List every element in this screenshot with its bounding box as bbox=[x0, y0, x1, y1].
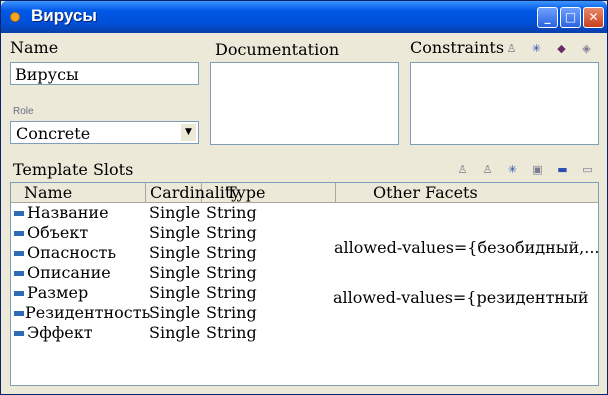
table-row[interactable]: Эффект Single String bbox=[11, 323, 598, 343]
table-row[interactable]: Описание Single String bbox=[11, 263, 598, 283]
maximize-button[interactable]: □ bbox=[560, 7, 581, 28]
role-select[interactable]: Concrete ▼ bbox=[10, 121, 199, 144]
slot-type: String bbox=[206, 283, 257, 302]
slot-cardinality: Single bbox=[149, 263, 201, 282]
slot-name: Описание bbox=[27, 263, 111, 282]
slot-icon bbox=[14, 231, 24, 236]
slot-name: Размер bbox=[27, 283, 89, 302]
role-value: Concrete bbox=[16, 124, 91, 143]
table-row[interactable]: Размер Single String allowed-values={рез… bbox=[11, 283, 598, 307]
slot-cardinality: Single bbox=[149, 243, 201, 262]
name-field[interactable]: Вирусы bbox=[10, 62, 199, 85]
move-slot-icon[interactable]: ▬ bbox=[556, 163, 569, 176]
add-slot-icon[interactable]: ▣ bbox=[531, 163, 544, 176]
table-row[interactable]: Резидентность Single String bbox=[11, 303, 598, 323]
remove-slot-icon[interactable]: ▭ bbox=[581, 163, 594, 176]
slot-other-facets: allowed-values={безобидный,... bbox=[334, 238, 599, 257]
create-constraint-icon[interactable]: ✳ bbox=[530, 42, 543, 55]
slot-type: String bbox=[206, 223, 257, 242]
slot-type: String bbox=[206, 263, 257, 282]
slot-type: String bbox=[206, 323, 257, 342]
close-icon: ✕ bbox=[588, 10, 599, 24]
chevron-down-icon[interactable]: ▼ bbox=[181, 124, 196, 141]
slot-name: Резидентность bbox=[25, 303, 151, 322]
close-button[interactable]: ✕ bbox=[583, 7, 604, 28]
constraints-label: Constraints bbox=[410, 38, 505, 57]
slot-icon bbox=[14, 311, 24, 316]
view-constraint-icon[interactable]: ♙ bbox=[505, 42, 518, 55]
add-constraint-icon[interactable]: ◆ bbox=[555, 42, 568, 55]
column-header-name[interactable]: Name bbox=[11, 183, 146, 203]
documentation-label: Documentation bbox=[215, 40, 340, 59]
minimize-icon: _ bbox=[544, 10, 551, 24]
documentation-textarea[interactable] bbox=[210, 62, 399, 145]
slot-name: Опасность bbox=[27, 243, 117, 262]
app-icon bbox=[10, 12, 20, 22]
column-header-other-facets[interactable]: Other Facets bbox=[336, 183, 598, 203]
slot-name: Объект bbox=[27, 223, 89, 242]
column-header-type[interactable]: Type bbox=[202, 183, 336, 203]
slot-cardinality: Single bbox=[149, 283, 201, 302]
view-slot-icon[interactable]: ♙ bbox=[456, 163, 469, 176]
view-facet-icon[interactable]: ♙ bbox=[481, 163, 494, 176]
slot-icon bbox=[14, 211, 24, 216]
maximize-icon: □ bbox=[564, 10, 577, 24]
template-slots-table[interactable]: Name Cardinality Type Other Facets Назва… bbox=[10, 182, 599, 386]
slot-type: String bbox=[206, 243, 257, 262]
slot-cardinality: Single bbox=[149, 203, 201, 222]
slot-icon bbox=[14, 251, 24, 256]
column-header-cardinality[interactable]: Cardinality bbox=[146, 183, 240, 203]
class-editor-window: Вирусы _ □ ✕ Name Вирусы Role Concrete ▼… bbox=[0, 0, 608, 395]
slot-name: Название bbox=[27, 203, 109, 222]
role-label: Role bbox=[13, 106, 34, 117]
slot-cardinality: Single bbox=[149, 323, 201, 342]
slot-cardinality: Single bbox=[149, 223, 201, 242]
constraints-list[interactable] bbox=[410, 62, 599, 145]
table-row[interactable]: Опасность Single String allowed-values={… bbox=[11, 238, 598, 263]
template-slots-label: Template Slots bbox=[13, 160, 134, 179]
table-row[interactable]: Название Single String bbox=[11, 203, 598, 223]
remove-constraint-icon[interactable]: ◈ bbox=[580, 42, 593, 55]
slot-icon bbox=[14, 291, 24, 296]
slot-name: Эффект bbox=[27, 323, 93, 342]
slot-cardinality: Single bbox=[149, 303, 201, 322]
create-slot-icon[interactable]: ✳ bbox=[506, 163, 519, 176]
slot-icon bbox=[14, 271, 24, 276]
name-label: Name bbox=[10, 38, 59, 57]
minimize-button[interactable]: _ bbox=[537, 7, 558, 28]
slot-icon bbox=[14, 331, 24, 336]
title-bar[interactable]: Вирусы _ □ ✕ bbox=[1, 1, 607, 33]
window-title: Вирусы bbox=[31, 6, 97, 25]
slot-type: String bbox=[206, 303, 257, 322]
slot-type: String bbox=[206, 203, 257, 222]
table-header: Name Cardinality Type Other Facets bbox=[11, 183, 598, 203]
